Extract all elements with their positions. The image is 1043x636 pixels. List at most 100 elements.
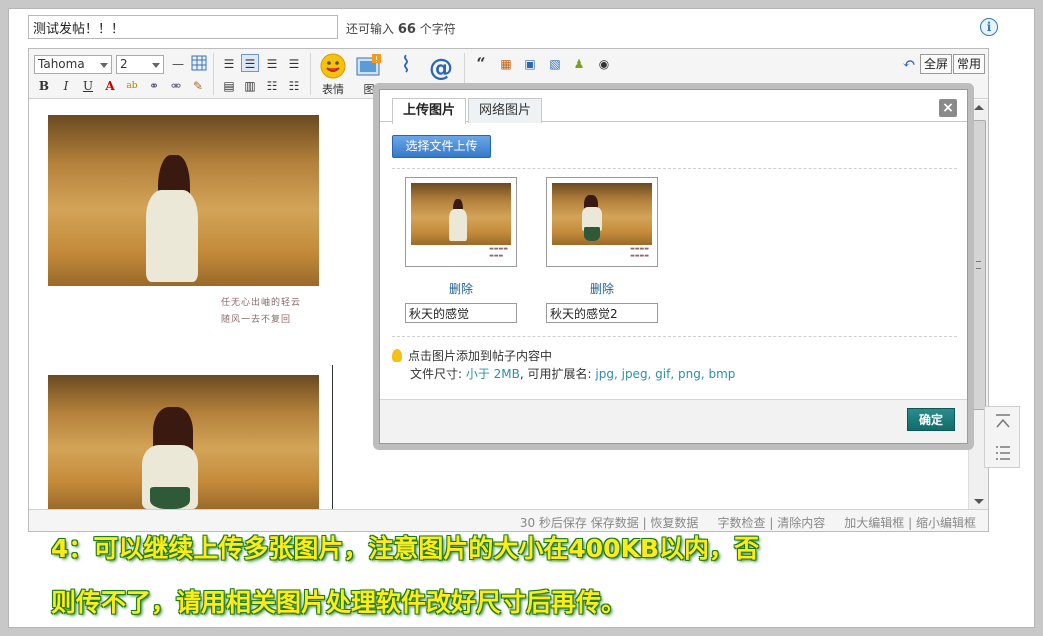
chevron-down-icon <box>152 63 160 68</box>
editor-statusbar: 30 秒后保存 保存数据 | 恢复数据 字数检查 | 清除内容 加大编辑框 | … <box>29 509 988 531</box>
thumbnail-photo <box>411 183 511 245</box>
delete-link[interactable]: 删除 <box>405 280 517 297</box>
page-frame: 还可输入 66 个字符 i Tahoma 2 — B I U A ab ⚭ ⚮ … <box>8 8 1035 628</box>
user-icon[interactable]: ♟ <box>570 55 588 73</box>
image-title-input[interactable] <box>546 303 658 323</box>
quote-icon[interactable]: “ <box>472 55 490 73</box>
remain-prefix: 还可输入 <box>346 22 395 36</box>
dialog-tabs: 上传图片 网络图片 × <box>380 90 967 124</box>
photo-figure <box>146 190 198 282</box>
font-family-value: Tahoma <box>38 57 85 71</box>
link-icon[interactable]: ⚭ <box>145 77 163 95</box>
uploaded-thumbnail-2[interactable]: ▬▬▬▬ ▬▬▬▬ <box>546 177 658 267</box>
photo-girl-field-1[interactable] <box>48 115 319 286</box>
emoticon-button[interactable]: 表情 <box>316 53 350 97</box>
tab-upload-image[interactable]: 上传图片 <box>392 98 467 124</box>
float-right-icon[interactable]: ▥ <box>241 77 259 95</box>
ok-label: 确定 <box>918 413 943 427</box>
float-left-icon[interactable]: ▤ <box>220 77 238 95</box>
unlink-icon[interactable]: ⚮ <box>167 77 185 95</box>
tab-network-image[interactable]: 网络图片 <box>468 98 543 123</box>
table-icon[interactable] <box>190 55 208 73</box>
align-left-icon[interactable]: ☰ <box>220 55 238 73</box>
ordered-list-icon[interactable]: ☷ <box>263 77 281 95</box>
underline-icon[interactable]: U <box>79 77 97 95</box>
tip-size-value: 小于 2MB <box>465 367 520 381</box>
text-cursor-line <box>332 365 333 509</box>
delete-label: 删除 <box>589 282 614 296</box>
align-justify-icon[interactable]: ☰ <box>241 54 259 72</box>
title-row: 还可输入 66 个字符 i <box>28 15 998 39</box>
flash-icon[interactable]: ▧ <box>546 55 564 73</box>
image-title-input[interactable] <box>405 303 517 323</box>
grip-icon <box>976 261 981 269</box>
toolbar-divider <box>213 53 214 95</box>
align-right-icon[interactable]: ☰ <box>285 55 303 73</box>
word-check-link[interactable]: 字数检查 <box>718 516 766 530</box>
side-tools <box>984 406 1020 468</box>
subject-input[interactable] <box>28 15 338 39</box>
tab-label: 上传图片 <box>403 103 456 118</box>
select-file-upload-button[interactable]: 选择文件上传 <box>392 135 491 158</box>
media-icon[interactable]: ◉ <box>595 55 613 73</box>
divider <box>392 336 957 337</box>
italic-icon[interactable]: I <box>57 77 75 95</box>
chevron-down-icon <box>100 63 108 68</box>
close-icon[interactable]: × <box>939 99 957 117</box>
photo-figure <box>584 227 600 241</box>
thumbnail-caption: ▬▬▬▬ ▬▬▬▬ <box>630 246 649 259</box>
clear-format-icon[interactable]: ✎ <box>189 77 207 95</box>
text-color-icon[interactable]: A <box>101 77 119 95</box>
highlight-icon[interactable]: ab <box>123 77 141 95</box>
enlarge-editor-link[interactable]: 加大编辑框 <box>844 516 904 530</box>
delete-link[interactable]: 删除 <box>546 280 658 297</box>
code-icon[interactable]: ▣ <box>521 55 539 73</box>
unordered-list-icon[interactable]: ☷ <box>285 77 303 95</box>
tip-size-label: 文件尺寸: <box>410 367 466 381</box>
fullscreen-button[interactable]: 全屏 <box>920 54 953 74</box>
tip-ext-value: jpg, jpeg, gif, png, bmp <box>595 367 736 381</box>
font-size-select[interactable]: 2 <box>116 55 164 74</box>
scroll-up-icon[interactable] <box>974 105 984 110</box>
lightbulb-icon <box>392 349 402 362</box>
dialog-footer: 确定 <box>380 399 967 443</box>
info-icon[interactable]: i <box>980 18 998 36</box>
smiley-icon <box>320 53 346 79</box>
clear-content-link[interactable]: 清除内容 <box>777 516 825 530</box>
undo-icon[interactable]: ↶ <box>900 55 918 73</box>
remain-count: 66 <box>397 22 416 37</box>
emoticon-label: 表情 <box>322 83 344 96</box>
common-mode-button[interactable]: 常用 <box>953 54 986 74</box>
font-family-select[interactable]: Tahoma <box>34 55 112 74</box>
free-content-icon[interactable]: ▦ <box>497 55 515 73</box>
upload-image-dialog: 上传图片 网络图片 × 选择文件上传 ▬▬▬▬ ▬▬▬ 删除 秋天的感觉 ▬▬▬… <box>373 83 974 450</box>
poem-caption: 任无心出岫的轻云 随风一去不复回 <box>221 295 301 329</box>
photo-girl-field-2[interactable] <box>48 375 319 509</box>
tip-text: 点击图片添加到帖子内容中 <box>408 349 553 363</box>
photo-figure <box>449 209 467 241</box>
poem-line: 任无心出岫的轻云 <box>221 298 302 308</box>
attachment-icon[interactable]: ⌇ <box>393 55 419 83</box>
horizontal-rule-icon[interactable]: — <box>169 55 187 73</box>
at-icon[interactable]: @ <box>427 55 455 83</box>
thumbnail-photo <box>552 183 652 245</box>
upload-tip: 点击图片添加到帖子内容中 文件尺寸: 小于 2MB, 可用扩展名: jpg, j… <box>392 347 735 383</box>
save-data-link[interactable]: 保存数据 <box>591 516 639 530</box>
scroll-down-icon[interactable] <box>974 499 984 504</box>
restore-data-link[interactable]: 恢复数据 <box>650 516 698 530</box>
remain-suffix: 个字符 <box>419 22 456 36</box>
uploaded-thumbnail-1[interactable]: ▬▬▬▬ ▬▬▬ <box>405 177 517 267</box>
align-center-icon[interactable]: ☰ <box>263 55 281 73</box>
ok-button[interactable]: 确定 <box>907 408 955 431</box>
back-to-top-icon[interactable] <box>994 413 1012 431</box>
shrink-editor-link[interactable]: 缩小编辑框 <box>916 516 976 530</box>
remaining-chars: 还可输入 66 个字符 <box>346 20 456 37</box>
tip-ext-label: , 可用扩展名: <box>519 367 596 381</box>
bold-icon[interactable]: B <box>35 77 53 95</box>
list-icon[interactable] <box>994 444 1012 462</box>
delete-label: 删除 <box>448 282 473 296</box>
photo-figure <box>150 487 190 509</box>
poem-line: 随风一去不复回 <box>221 315 292 325</box>
upload-button-label: 选择文件上传 <box>405 139 478 153</box>
tab-label: 网络图片 <box>479 103 532 118</box>
